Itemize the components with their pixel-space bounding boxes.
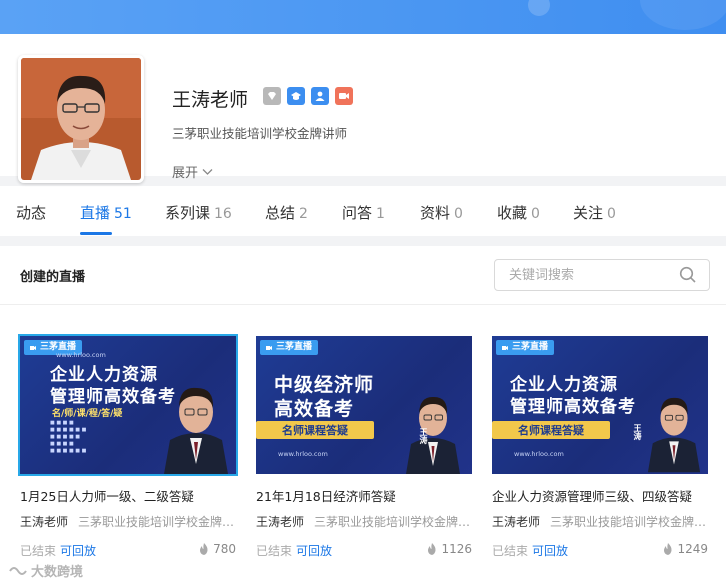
live-title[interactable]: 企业人力资源管理师三级、四级答疑 [492, 486, 708, 505]
live-thumbnail[interactable]: 三茅直播 中级经济师 高效备考 名师课程答疑 www.hrloo.com 王涛 [256, 336, 472, 474]
tab-count: 0 [607, 206, 616, 222]
tab-count: 0 [531, 206, 540, 222]
live-teacher[interactable]: 王涛老师 [256, 513, 304, 530]
tab-count: 16 [214, 206, 232, 222]
teacher-photo [164, 387, 228, 474]
tab-count: 51 [114, 206, 132, 222]
watermark-logo-icon [9, 566, 27, 575]
status-ended: 已结束 [20, 544, 57, 558]
live-teacher[interactable]: 王涛老师 [20, 513, 68, 530]
graduation-cap-icon[interactable] [287, 87, 305, 105]
verified-user-icon[interactable] [311, 87, 329, 105]
divider [0, 304, 726, 305]
poster-url: www.hrloo.com [514, 450, 564, 458]
live-school: 三茅职业技能培训学校金牌讲师 [78, 515, 236, 529]
poster-url: www.hrloo.com [278, 450, 328, 458]
live-tag: 三茅直播 [496, 340, 555, 355]
poster-fineprint: ■ ■ ■ ■ ■ ■ ■ ■ ■ ■ ■ ■ ■ ■ ■ ■ ■ ■ ■ ■ ■ ■ … [50, 420, 87, 454]
views-count: 1126 [427, 542, 472, 556]
profile-card: 王涛老师 三茅职业技能培训学校金牌讲师 展开 [0, 34, 726, 183]
live-meta: 王涛老师 三茅职业技能培训学校金牌讲师 [20, 513, 236, 530]
live-tag: 三茅直播 [260, 340, 319, 355]
teacher-photo [406, 396, 460, 474]
avatar[interactable] [18, 55, 144, 183]
watermark: 大数跨境 [8, 561, 83, 580]
tab-count: 2 [299, 206, 308, 222]
search-box [494, 259, 710, 291]
page: 王涛老师 三茅职业技能培训学校金牌讲师 展开 动态 直播 51 系列课 16 总结 2… [0, 0, 726, 583]
live-footer: 已结束 可回放 1249 [492, 542, 708, 558]
poster-line2: 管理师高效备考 [510, 397, 636, 417]
poster-subtitle: 名/师/课/程/答/疑 [52, 409, 123, 419]
live-card[interactable]: 三茅直播 中级经济师 高效备考 名师课程答疑 www.hrloo.com 王涛 … [256, 336, 472, 558]
poster-line1: 中级经济师 [274, 374, 375, 396]
section-title: 创建的直播 [20, 270, 86, 285]
poster-subtitle: 名师课程答疑 [492, 421, 610, 439]
chevron-down-icon [202, 168, 213, 175]
live-thumbnail[interactable]: 三茅直播 企业人力资源 管理师高效备考 名师课程答疑 www.hrloo.com… [492, 336, 708, 474]
poster-subtitle: 名师课程答疑 [256, 421, 374, 439]
teacher-photo [647, 397, 701, 473]
live-footer: 已结束 可回放 1126 [256, 542, 472, 558]
tab-series[interactable]: 系列课 16 [165, 202, 232, 223]
live-meta: 王涛老师 三茅职业技能培训学校金牌讲师 [256, 513, 472, 530]
replay-link[interactable]: 可回放 [296, 544, 332, 558]
flame-icon [664, 543, 673, 555]
live-card[interactable]: 三茅直播 www.hrloo.com 企业人力资源 管理师高效备考 名/师/课/… [18, 334, 238, 558]
flame-icon [428, 543, 437, 555]
live-card[interactable]: 三茅直播 企业人力资源 管理师高效备考 名师课程答疑 www.hrloo.com… [492, 336, 708, 558]
replay-link[interactable]: 可回放 [60, 544, 96, 558]
active-tab-indicator [80, 232, 112, 235]
live-footer: 已结束 可回放 780 [20, 542, 236, 558]
poster-line2: 高效备考 [274, 398, 355, 420]
teacher-subtitle: 三茅职业技能培训学校金牌讲师 [172, 126, 348, 141]
tab-live[interactable]: 直播 51 [80, 202, 132, 223]
tab-following[interactable]: 关注 0 [573, 202, 616, 223]
live-title[interactable]: 21年1月18日经济师答疑 [256, 486, 472, 505]
flame-icon [200, 543, 208, 555]
search-icon[interactable] [679, 266, 697, 284]
tab-qa[interactable]: 问答 1 [342, 202, 385, 223]
diamond-badge-icon[interactable] [263, 87, 281, 105]
tab-resources[interactable]: 资料 0 [420, 202, 463, 223]
poster-line2: 管理师高效备考 [50, 387, 176, 407]
replay-link[interactable]: 可回放 [532, 544, 568, 558]
video-camera-icon[interactable] [335, 87, 353, 105]
tab-favorites[interactable]: 收藏 0 [497, 202, 540, 223]
tab-count: 1 [376, 206, 385, 222]
status-ended: 已结束 [492, 544, 529, 558]
status-ended: 已结束 [256, 544, 293, 558]
search-input[interactable] [495, 260, 675, 290]
teacher-name: 王涛老师 [172, 89, 249, 111]
live-school: 三茅职业技能培训学校金牌讲师 [314, 515, 472, 529]
live-title[interactable]: 1月25日人力师一级、二级答疑 [20, 486, 236, 505]
live-meta: 王涛老师 三茅职业技能培训学校金牌讲师 [492, 513, 708, 530]
expand-label: 展开 [172, 166, 199, 181]
live-thumbnail[interactable]: 三茅直播 www.hrloo.com 企业人力资源 管理师高效备考 名/师/课/… [18, 334, 238, 476]
live-school: 三茅职业技能培训学校金牌讲师 [550, 515, 708, 529]
header-banner [0, 0, 726, 34]
tab-summary[interactable]: 总结 2 [265, 202, 308, 223]
poster-teacher-name: 王涛 [419, 428, 428, 444]
expand-button[interactable]: 展开 [172, 162, 213, 181]
live-teacher[interactable]: 王涛老师 [492, 513, 540, 530]
poster-teacher-name: 王涛 [633, 424, 642, 440]
live-list-panel: 创建的直播 三茅直播 www.hrloo.com 企业人力资源 管理师高效备考 … [0, 246, 726, 583]
tab-activity[interactable]: 动态 [16, 202, 46, 223]
poster-url: www.hrloo.com [56, 351, 106, 359]
badge-list [263, 87, 353, 105]
tab-bar: 动态 直播 51 系列课 16 总结 2 问答 1 资料 0 收藏 0 关注 0 [0, 186, 726, 236]
views-count: 780 [199, 542, 236, 556]
views-count: 1249 [663, 542, 708, 556]
tab-count: 0 [454, 206, 463, 222]
